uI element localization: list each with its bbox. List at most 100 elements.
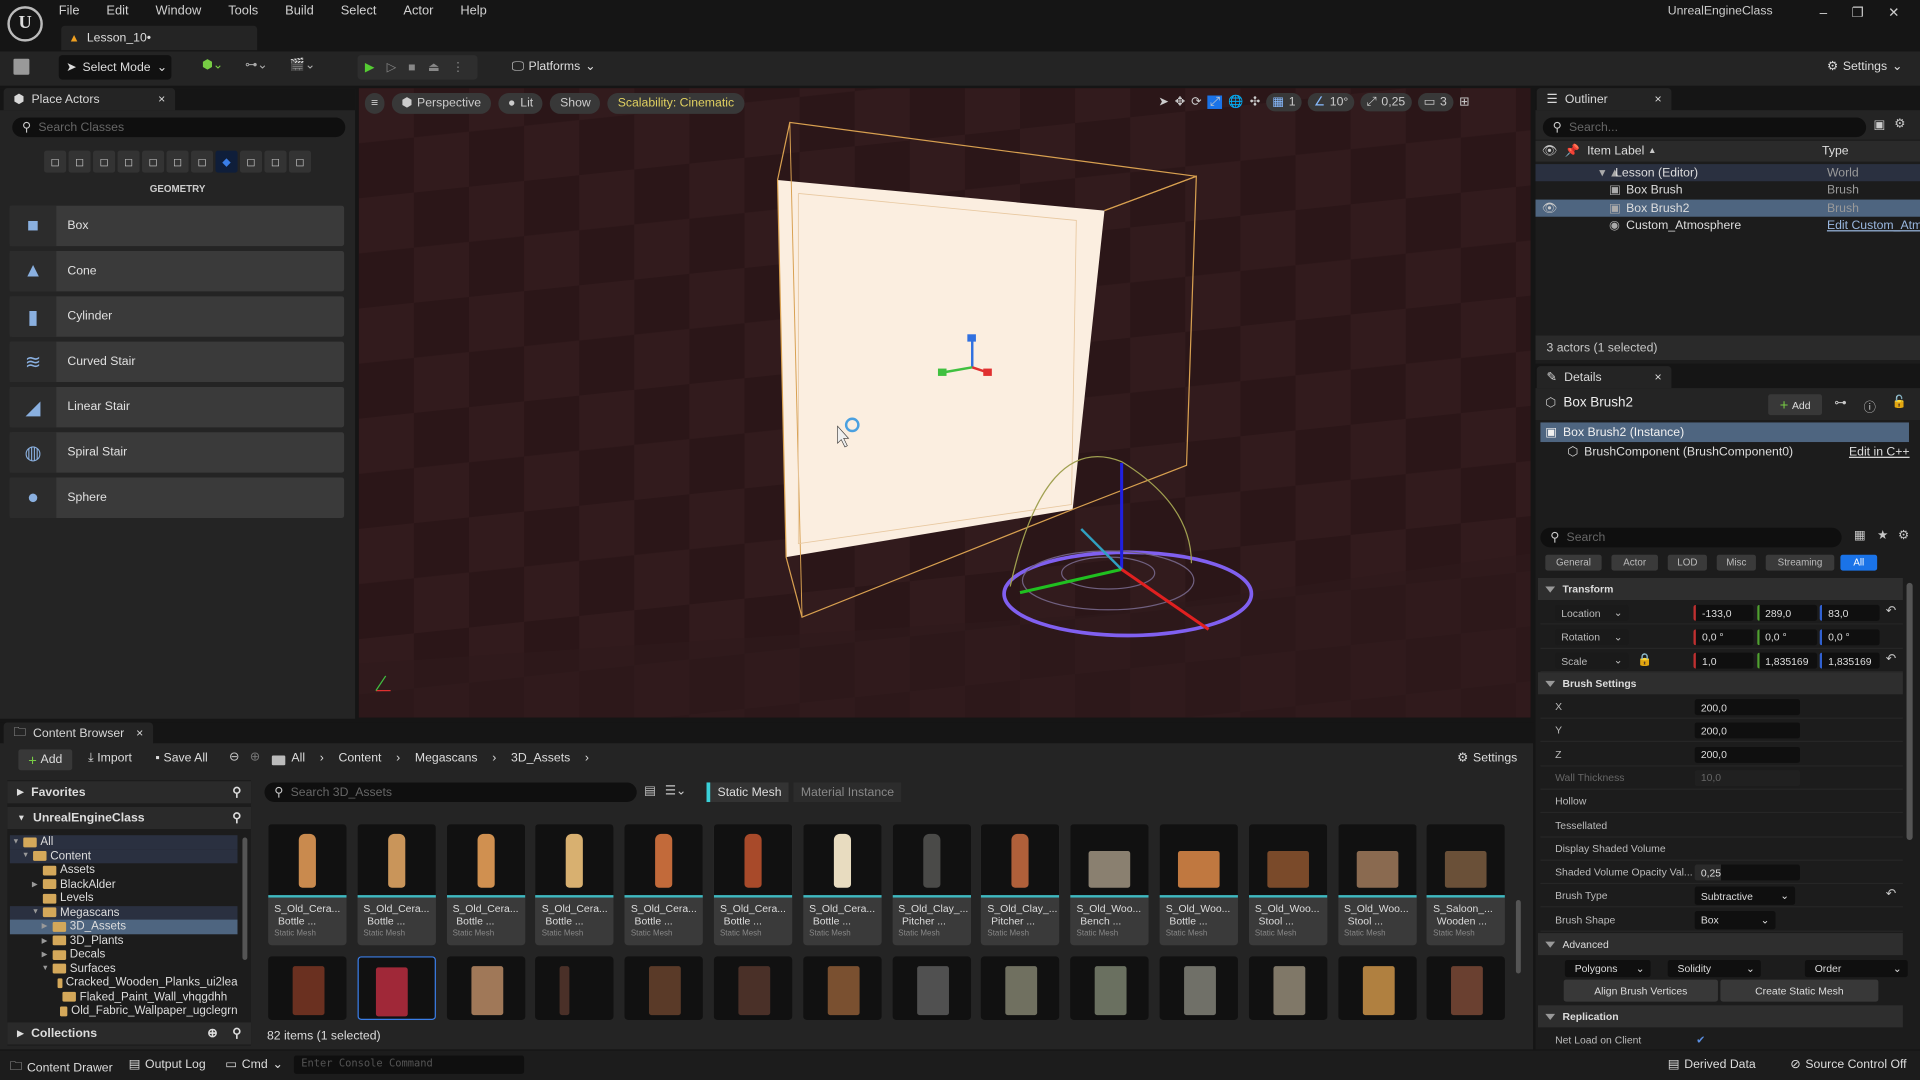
details-search-input[interactable]: ⚲ Search: [1540, 527, 1842, 548]
item-type[interactable]: Edit Custom_Atm: [1827, 219, 1920, 232]
tess-checkbox[interactable]: [1694, 818, 1707, 831]
section-brush-settings[interactable]: Brush Settings: [1537, 672, 1903, 695]
asset-tile[interactable]: S_Old_Woo... Bench ... Static Mesh: [1070, 824, 1149, 946]
lock-icon[interactable]: 🔓: [1892, 396, 1907, 409]
close-icon[interactable]: ×: [158, 92, 165, 105]
add-component-button[interactable]: + Add: [1768, 394, 1823, 416]
scale-y-field[interactable]: 1,835169: [1756, 652, 1817, 669]
search-classes-input[interactable]: ⚲ Search Classes: [12, 117, 346, 138]
folder-item[interactable]: ▼ Content: [9, 849, 238, 864]
chevron-right-icon[interactable]: ›: [585, 752, 589, 765]
all-classes-category-icon[interactable]: ◻: [264, 150, 287, 173]
asset-tile[interactable]: [1070, 956, 1149, 1021]
create-static-mesh-button[interactable]: Create Static Mesh: [1720, 979, 1879, 1002]
close-icon[interactable]: ×: [1654, 92, 1661, 105]
shapes-category-icon[interactable]: ◻: [68, 150, 91, 173]
asset-tile[interactable]: [1427, 956, 1506, 1021]
asset-tile[interactable]: [268, 956, 347, 1021]
close-icon[interactable]: ×: [136, 727, 143, 740]
sparkle-category-icon[interactable]: ◻: [191, 150, 214, 173]
asset-tile[interactable]: [981, 956, 1060, 1021]
asset-tile[interactable]: S_Old_Cera... Bottle ... Static Mesh: [446, 824, 525, 946]
table-view-icon[interactable]: ▦: [1854, 529, 1866, 542]
step-icon[interactable]: ▷: [387, 61, 396, 74]
outliner-row[interactable]: ▣ Box Brush Brush: [1536, 182, 1920, 199]
play-icon[interactable]: ▶: [365, 61, 374, 74]
visual-effects-category-icon[interactable]: ◻: [142, 150, 165, 173]
rotation-z-field[interactable]: 0,0 °: [1819, 628, 1880, 645]
asset-tile[interactable]: [892, 956, 971, 1021]
cinematic-category-icon[interactable]: ◻: [117, 150, 140, 173]
scale-x-field[interactable]: 1,0: [1693, 652, 1754, 669]
geometry-category-icon[interactable]: ◆: [215, 150, 238, 173]
column-type[interactable]: Type: [1822, 144, 1849, 157]
actor-spiral-stair[interactable]: ◍ Spiral Stair: [9, 432, 345, 473]
eject-icon[interactable]: ⏏: [428, 61, 440, 74]
x-field[interactable]: 200,0: [1694, 699, 1801, 716]
folder-item[interactable]: ▼ Megascans: [9, 905, 238, 920]
folder-item[interactable]: ▼ All: [9, 835, 238, 850]
add-actor-icon[interactable]: ⬢⌄: [202, 59, 223, 72]
grid-snap-toggle[interactable]: ▦ 1: [1266, 93, 1302, 112]
asset-tile[interactable]: S_Old_Woo... Stool ... Static Mesh: [1248, 824, 1328, 946]
column-item-label[interactable]: Item Label: [1587, 144, 1644, 157]
location-y-field[interactable]: 289,0: [1756, 604, 1817, 621]
camera-category-icon[interactable]: ◻: [166, 150, 189, 173]
actor-linear-stair[interactable]: ◢ Linear Stair: [9, 386, 345, 428]
move-tool-icon[interactable]: ✥: [1175, 96, 1185, 109]
close-icon[interactable]: ✕: [1888, 5, 1899, 21]
tab-place-actors[interactable]: ⬢ Place Actors ×: [3, 88, 176, 111]
stop-icon[interactable]: ■: [408, 61, 415, 74]
search-icon[interactable]: ⚲: [232, 786, 241, 799]
tab-outliner[interactable]: ☰ Outliner ×: [1536, 88, 1672, 111]
asset-tile[interactable]: [1337, 956, 1417, 1021]
folder-item[interactable]: ▶ Decals: [10, 948, 238, 962]
reset-icon[interactable]: ↶: [1886, 888, 1896, 901]
folder-item[interactable]: ▼ Surfaces: [10, 962, 238, 976]
actor-cylinder[interactable]: ▮ Cylinder: [9, 296, 345, 337]
asset-tile[interactable]: S_Old_Cera... Bottle ... Static Mesh: [624, 824, 704, 946]
add-button[interactable]: + Add: [18, 749, 73, 771]
asset-tile[interactable]: S_Old_Clay_... Pitcher ... Static Mesh: [981, 824, 1060, 946]
location-z-field[interactable]: 83,0: [1819, 604, 1880, 621]
folder-item[interactable]: Assets: [10, 863, 238, 877]
minimize-icon[interactable]: –: [1820, 6, 1828, 21]
collections-header[interactable]: ▶ Collections ⊕ ⚲: [7, 1022, 252, 1045]
gear-icon[interactable]: ⚙: [1894, 118, 1905, 131]
breadcrumb-all[interactable]: All: [291, 752, 305, 765]
derived-data-button[interactable]: ▤ Derived Data: [1668, 1058, 1756, 1071]
breadcrumb-3d_assets[interactable]: 3D_Assets: [511, 752, 570, 765]
asset-tile[interactable]: [1159, 956, 1238, 1021]
world-local-icon[interactable]: 🌐: [1228, 96, 1243, 109]
visibility-icon[interactable]: 👁: [1542, 144, 1558, 157]
back-icon[interactable]: ⊖: [229, 751, 239, 764]
more-icon[interactable]: ⋮: [452, 61, 464, 74]
content-settings-button[interactable]: ⚙ Settings: [1457, 752, 1517, 765]
asset-tile[interactable]: [713, 956, 793, 1021]
opacity-field[interactable]: 0,25: [1694, 864, 1801, 881]
content-drawer-button[interactable]: 🗀 Content Drawer: [10, 1058, 113, 1079]
asset-tile[interactable]: S_Old_Woo... Bottle ... Static Mesh: [1159, 824, 1238, 946]
asset-tile[interactable]: S_Old_Cera... Bottle ... Static Mesh: [713, 824, 793, 946]
import-button[interactable]: ⤓ Import: [88, 752, 132, 765]
tab-content-browser[interactable]: 🗀 Content Browser ×: [3, 722, 154, 745]
section-transform[interactable]: Transform: [1537, 577, 1903, 601]
chevron-right-icon[interactable]: ›: [396, 752, 400, 765]
breadcrumb-content[interactable]: Content: [339, 752, 382, 765]
z-field[interactable]: 200,0: [1694, 746, 1801, 763]
save-all-button[interactable]: ▪ Save All: [156, 752, 208, 765]
menu-tools[interactable]: Tools: [228, 4, 258, 19]
brush-type-dropdown[interactable]: Subtractive ⌄: [1694, 887, 1796, 906]
folder-item[interactable]: Flaked_Paint_Wall_vhqgdhh: [10, 990, 238, 1004]
filter-tab-misc[interactable]: Misc: [1716, 554, 1756, 571]
filter-static-mesh[interactable]: Static Mesh: [706, 782, 789, 803]
gear-icon[interactable]: ⚙: [1898, 529, 1909, 542]
blueprint-icon[interactable]: ⊶⌄: [245, 59, 268, 72]
rotation-snap-toggle[interactable]: ∠ 10°: [1307, 93, 1355, 112]
add-collection-icon[interactable]: ⊕: [207, 1027, 217, 1040]
settings-button[interactable]: ⚙ Settings ⌄: [1827, 60, 1902, 73]
platforms-button[interactable]: 🖵 Platforms ⌄: [512, 60, 596, 73]
menu-window[interactable]: Window: [156, 4, 202, 19]
actor-box[interactable]: ■ Box: [9, 205, 345, 247]
chevron-right-icon[interactable]: ›: [320, 752, 324, 765]
